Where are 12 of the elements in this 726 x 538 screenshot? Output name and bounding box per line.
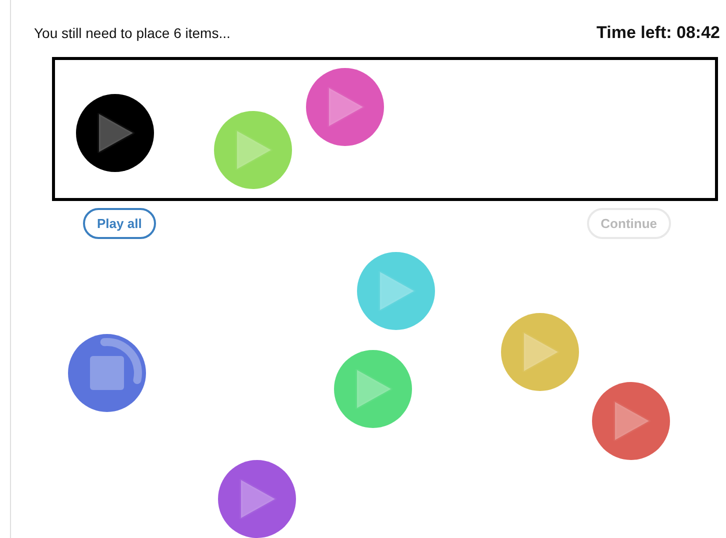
stop-icon [87,353,127,393]
play-icon [376,271,416,311]
status-text: You still need to place 6 items... [34,25,230,41]
play-icon [325,87,365,127]
play-icon [611,401,651,441]
play-icon [95,113,135,153]
play-icon [233,130,273,170]
timer-text: Time left: 08:42 [596,23,720,43]
play-icon [353,369,393,409]
play-icon [237,479,277,519]
play-icon [520,332,560,372]
play-all-button[interactable]: Play all [83,208,156,239]
